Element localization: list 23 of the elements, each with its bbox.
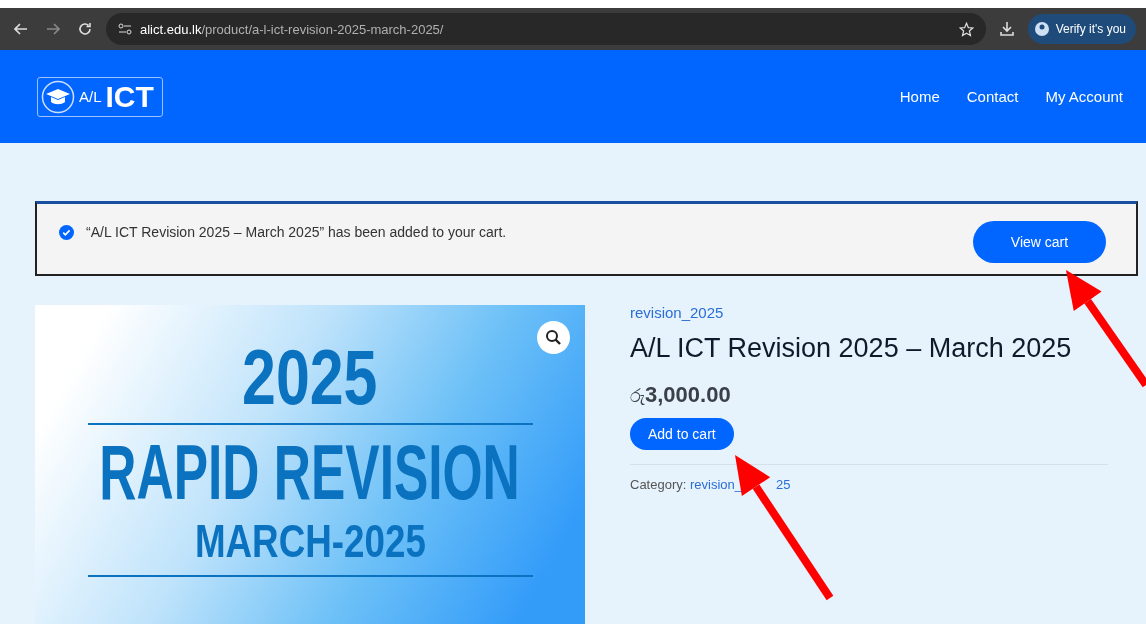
banner-subheading: MARCH-2025: [194, 514, 426, 569]
view-cart-button[interactable]: View cart: [973, 221, 1106, 263]
nav-link[interactable]: Home: [899, 88, 940, 105]
category-link[interactable]: 25: [776, 477, 791, 492]
star-icon[interactable]: [958, 21, 974, 37]
site-settings-icon[interactable]: [118, 23, 132, 35]
address-bar[interactable]: alict.edu.lk/product/a-l-ict-revision-2025-march-2025/: [106, 13, 986, 45]
banner-heading: 2025: [242, 337, 378, 417]
add-to-cart-button[interactable]: Add to cart: [630, 418, 734, 450]
search-icon: [545, 329, 562, 346]
nav-link[interactable]: My Account: [1045, 88, 1123, 105]
category-link[interactable]: revision_2025: [630, 304, 724, 321]
product-price: රු3,000.00: [630, 382, 731, 408]
check-circle-icon: [59, 224, 74, 240]
site-logo[interactable]: A/L ICT: [37, 76, 163, 117]
nav-link[interactable]: Contact: [966, 88, 1019, 105]
avatar-icon: [1033, 21, 1050, 37]
banner-heading: RAPID REVISION: [99, 431, 521, 513]
zoom-button[interactable]: [537, 321, 570, 354]
profile-button[interactable]: Verify it's you: [1027, 14, 1136, 44]
product-title: A/L ICT Revision 2025 – March 2025: [630, 333, 1072, 364]
notice-message: “A/L ICT Revision 2025 – March 2025” has been added to your cart.: [86, 224, 508, 240]
url-text: alict.edu.lk/product/a-l-ict-revision-2025-march-2025/: [140, 21, 444, 37]
